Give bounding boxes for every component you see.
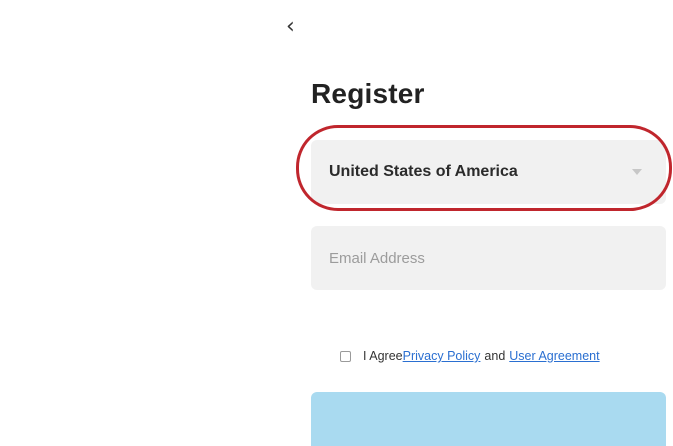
chevron-left-icon: ‹ bbox=[286, 14, 295, 39]
agreement-prefix: I Agree bbox=[363, 349, 403, 363]
agreement-conjunction: and bbox=[484, 349, 506, 363]
register-page: ‹ Register United States of America I Ag… bbox=[0, 0, 673, 446]
privacy-policy-link[interactable]: Privacy Policy bbox=[403, 349, 481, 363]
back-button[interactable]: ‹ bbox=[286, 14, 306, 40]
country-select[interactable]: United States of America bbox=[311, 140, 666, 204]
page-title: Register bbox=[311, 78, 425, 109]
country-select-value: United States of America bbox=[329, 163, 518, 180]
email-field[interactable] bbox=[311, 226, 666, 290]
user-agreement-link[interactable]: User Agreement bbox=[509, 349, 599, 363]
email-field-container bbox=[311, 226, 666, 290]
agreement-checkbox[interactable] bbox=[340, 350, 351, 362]
caret-down-icon bbox=[632, 169, 642, 175]
agreement-row: I Agree Privacy Policy and User Agreemen… bbox=[340, 349, 600, 363]
submit-button[interactable] bbox=[311, 392, 666, 446]
